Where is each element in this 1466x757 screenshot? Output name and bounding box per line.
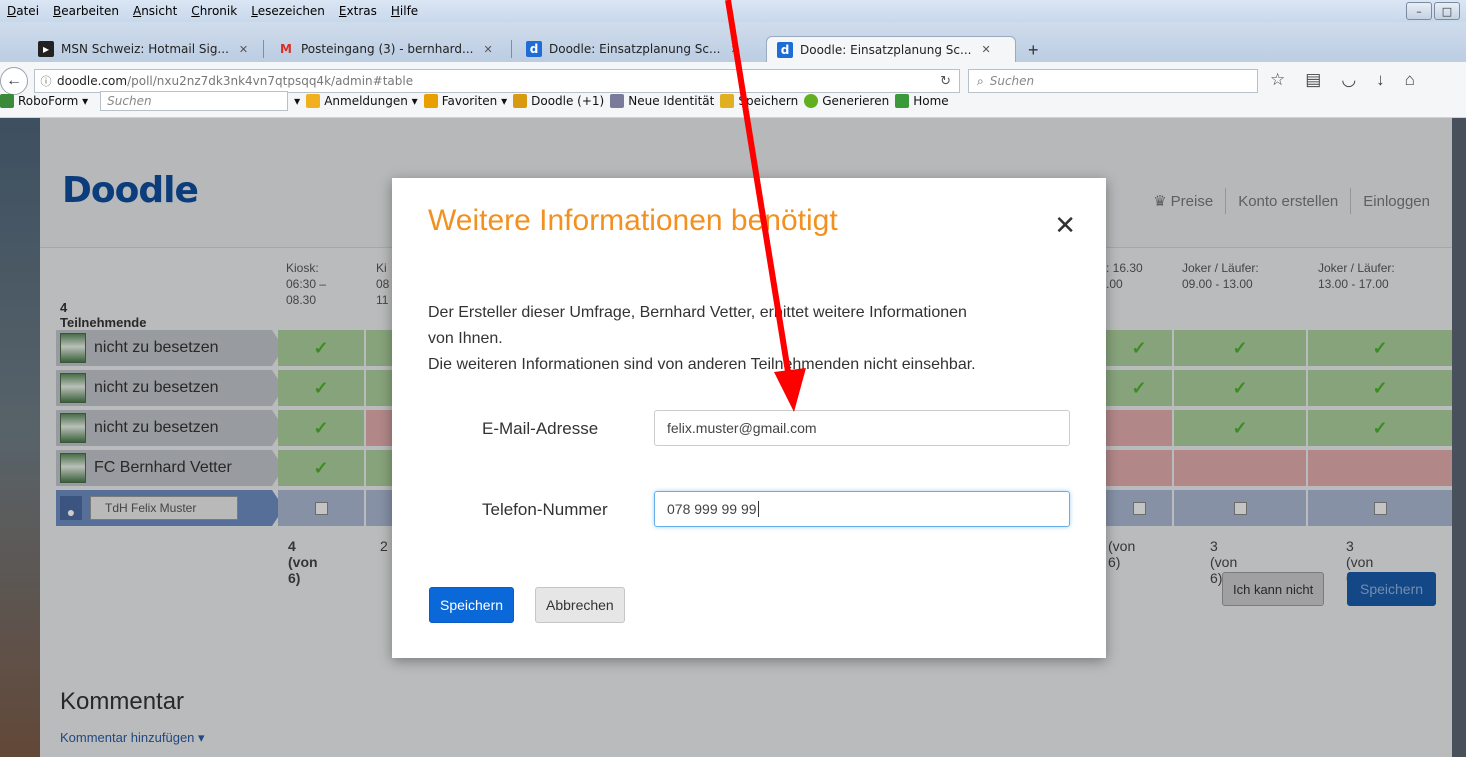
generate-icon <box>804 94 819 108</box>
close-icon[interactable]: ✕ <box>483 43 492 56</box>
menu-extras[interactable]: Extras <box>332 4 384 18</box>
info-icon[interactable]: ⓘ <box>35 73 57 89</box>
maximize-icon[interactable]: □ <box>1434 2 1460 20</box>
tab-label: Doodle: Einsatzplanung Sc... <box>549 42 721 56</box>
menu-bearbeiten[interactable]: Bearbeiten <box>46 4 126 18</box>
id-card-icon <box>610 94 625 108</box>
save-icon <box>720 94 735 108</box>
bookmarks-bar: RoboForm ▾ Suchen ▾ Anmeldungen ▾ Favori… <box>0 88 1466 114</box>
bookmark-label: Speichern <box>738 94 799 108</box>
menu-bar: Datei Bearbeiten Ansicht Chronik Lesezei… <box>0 0 1466 22</box>
cancel-button[interactable]: Abbrechen <box>535 587 625 623</box>
phone-field[interactable]: 078 999 99 99 <box>654 491 1070 527</box>
close-icon[interactable]: ✕ <box>981 43 990 56</box>
reading-list-icon[interactable]: ▤ <box>1305 70 1321 90</box>
menu-hilfe[interactable]: Hilfe <box>384 4 425 18</box>
bookmark-speichern[interactable]: Speichern <box>720 94 798 108</box>
bookmark-star-icon[interactable]: ☆ <box>1270 70 1285 90</box>
phone-value: 078 999 99 99 <box>667 501 757 517</box>
tab-gmail[interactable]: M Posteingang (3) - bernhard... ✕ <box>268 36 512 62</box>
key-icon <box>306 94 321 108</box>
close-icon[interactable]: ✕ <box>239 43 248 56</box>
bookmark-label: Anmeldungen <box>324 94 408 108</box>
minimize-icon[interactable]: – <box>1406 2 1432 20</box>
tab-divider <box>263 40 264 58</box>
home-icon[interactable]: ⌂ <box>1405 70 1415 90</box>
bookmark-label: Home <box>913 94 949 108</box>
bookmark-label: Favoriten <box>441 94 498 108</box>
save-button[interactable]: Speichern <box>429 587 515 623</box>
bookmark-label: Generieren <box>822 94 890 108</box>
dialog-description: Der Ersteller dieser Umfrage, Bernhard V… <box>428 300 1088 378</box>
bookmark-anmeldungen[interactable]: Anmeldungen ▾ <box>306 94 418 108</box>
roboform-button[interactable]: RoboForm ▾ <box>0 94 88 108</box>
gmail-icon: M <box>280 42 292 56</box>
url-host: doodle.com <box>57 74 128 88</box>
email-label: E-Mail-Adresse <box>482 419 599 438</box>
tab-divider <box>511 40 512 58</box>
new-tab-icon[interactable]: + <box>1028 40 1039 61</box>
close-icon[interactable]: ✕ <box>1054 210 1076 241</box>
toolbar-icons: ☆ ▤ ◡ ↓ ⌂ <box>1270 70 1415 90</box>
tab-doodle-active[interactable]: d Doodle: Einsatzplanung Sc... ✕ <box>766 36 1016 62</box>
dialog-text-line: Die weiteren Informationen sind von ande… <box>428 356 976 373</box>
msn-icon: ▸ <box>38 41 54 57</box>
url-path: /poll/nxu2nz7dk3nk4vn7qtpsqq4k/admin#tab… <box>127 74 414 88</box>
doodle-icon: d <box>526 41 542 57</box>
dropdown-icon[interactable]: ▾ <box>294 94 300 108</box>
text-cursor <box>757 501 759 517</box>
menu-ansicht[interactable]: Ansicht <box>126 4 184 18</box>
reload-icon[interactable]: ↻ <box>940 74 951 89</box>
bookmark-label: Neue Identität <box>628 94 715 108</box>
star-person-icon <box>513 94 528 108</box>
dialog-title: Weitere Informationen benötigt <box>428 204 838 237</box>
bookmark-generieren[interactable]: Generieren <box>804 94 889 108</box>
close-icon[interactable]: ✕ <box>730 43 739 56</box>
bookmark-label: Doodle (+1) <box>531 94 605 108</box>
roboform-search-input[interactable]: Suchen <box>100 91 289 111</box>
tab-label: Doodle: Einsatzplanung Sc... <box>800 42 972 57</box>
tab-doodle-1[interactable]: d Doodle: Einsatzplanung Sc... ✕ <box>516 36 762 62</box>
roboform-label: RoboForm <box>18 94 79 108</box>
home-icon <box>895 94 910 108</box>
bookmark-favoriten[interactable]: Favoriten ▾ <box>423 94 507 108</box>
menu-chronik[interactable]: Chronik <box>184 4 244 18</box>
tab-label: MSN Schweiz: Hotmail Sig... <box>61 42 229 56</box>
phone-label: Telefon-Nummer <box>482 500 608 519</box>
tab-msn[interactable]: ▸ MSN Schweiz: Hotmail Sig... ✕ <box>28 36 264 62</box>
download-icon[interactable]: ↓ <box>1376 70 1385 90</box>
dialog-text-line: Der Ersteller dieser Umfrage, Bernhard V… <box>428 304 967 347</box>
info-required-dialog: Weitere Informationen benötigt ✕ Der Ers… <box>392 178 1106 658</box>
menu-lesezeichen[interactable]: Lesezeichen <box>244 4 332 18</box>
window-controls: – □ <box>1406 2 1460 20</box>
email-field[interactable]: felix.muster@gmail.com <box>654 410 1070 446</box>
doodle-icon: d <box>777 41 793 58</box>
pocket-icon[interactable]: ◡ <box>1341 70 1356 90</box>
roboform-icon <box>0 94 14 108</box>
search-placeholder: Suchen <box>989 74 1035 88</box>
tab-bar: ▸ MSN Schweiz: Hotmail Sig... ✕ M Postei… <box>0 22 1466 62</box>
tab-label: Posteingang (3) - bernhard... <box>301 42 474 56</box>
search-icon: ⌕ <box>977 73 984 88</box>
menu-datei[interactable]: Datei <box>0 4 46 18</box>
bookmark-home[interactable]: Home <box>895 94 949 108</box>
bookmark-doodle[interactable]: Doodle (+1) <box>513 94 604 108</box>
bookmark-neue-identitaet[interactable]: Neue Identität <box>610 94 714 108</box>
star-icon <box>423 94 438 108</box>
